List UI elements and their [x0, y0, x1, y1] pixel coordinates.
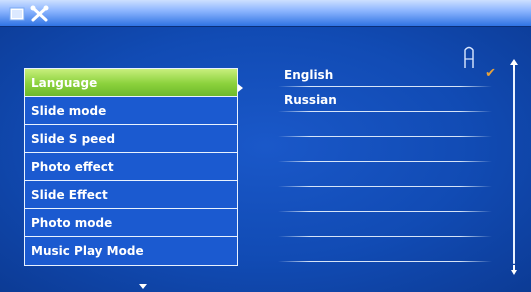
top-toolbar: [0, 0, 531, 27]
option-russian[interactable]: Russian: [268, 89, 500, 114]
selection-arrow-icon: [238, 84, 243, 92]
option-label: English: [284, 68, 334, 82]
check-icon: ✔: [485, 66, 496, 81]
option-english[interactable]: English ✔: [268, 64, 500, 89]
option-empty: [268, 114, 500, 139]
scroll-down-arrow-icon[interactable]: [508, 264, 520, 276]
scrollbar[interactable]: [508, 58, 520, 276]
option-label: Russian: [284, 93, 337, 107]
more-below-arrow-icon: [139, 284, 147, 289]
menu-item-photo-mode[interactable]: Photo mode: [25, 209, 237, 237]
photo-icon[interactable]: [8, 5, 26, 23]
settings-icon[interactable]: [30, 5, 49, 23]
option-empty: [268, 239, 500, 264]
option-empty: [268, 164, 500, 189]
menu-item-slide-effect[interactable]: Slide Effect: [25, 181, 237, 209]
scrollbar-track[interactable]: [513, 70, 515, 264]
menu-item-slide-mode[interactable]: Slide mode: [25, 97, 237, 125]
option-empty: [268, 189, 500, 214]
settings-screen: Language Slide mode Slide S peed Photo e…: [0, 0, 531, 292]
menu-item-slide-speed[interactable]: Slide S peed: [25, 125, 237, 153]
language-options-list: English ✔ Russian: [268, 64, 500, 264]
settings-menu: Language Slide mode Slide S peed Photo e…: [24, 68, 238, 266]
menu-item-music-play-mode[interactable]: Music Play Mode: [25, 237, 237, 265]
option-empty: [268, 214, 500, 239]
menu-item-language[interactable]: Language: [25, 69, 237, 97]
option-empty: [268, 139, 500, 164]
menu-item-photo-effect[interactable]: Photo effect: [25, 153, 237, 181]
